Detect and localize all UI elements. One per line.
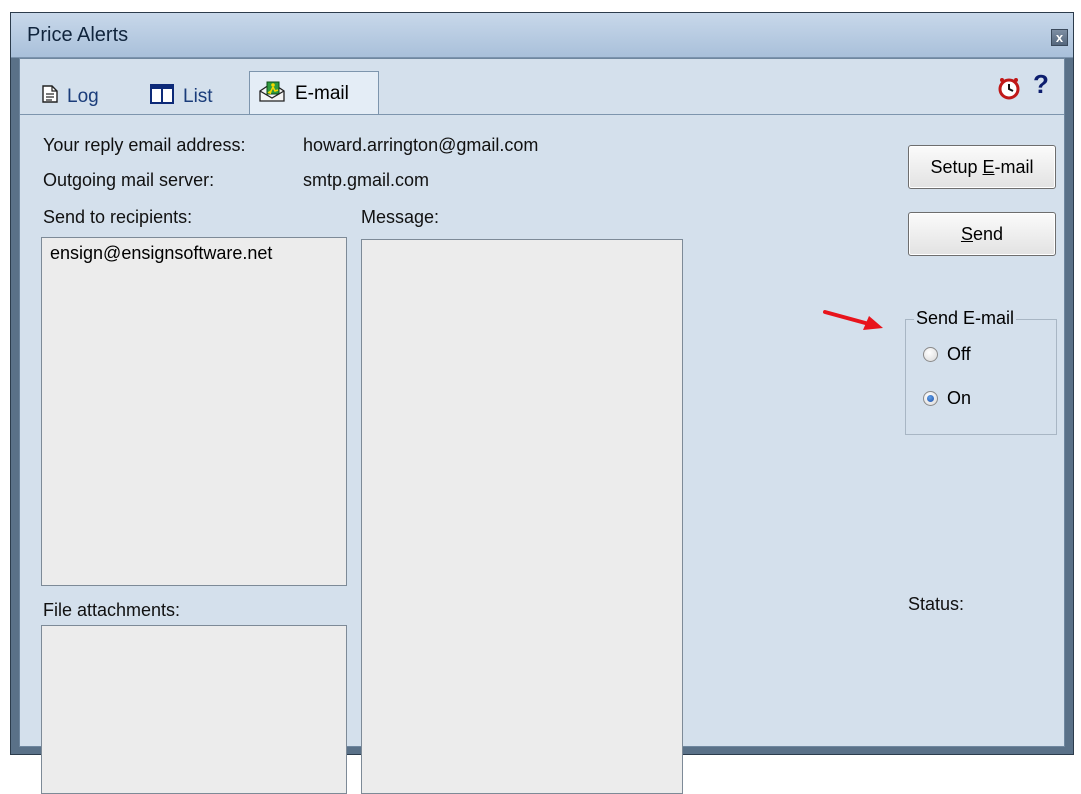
recipients-list[interactable]: ensign@ensignsoftware.net xyxy=(41,237,347,586)
send-email-legend: Send E-mail xyxy=(914,308,1017,329)
title-bar[interactable]: Price Alerts x xyxy=(11,13,1073,58)
send-email-group xyxy=(905,319,1057,435)
reply-address-value: howard.arrington@gmail.com xyxy=(303,135,539,155)
status-label: Status: xyxy=(908,594,965,614)
document-icon xyxy=(42,85,58,109)
message-textarea[interactable] xyxy=(361,239,683,794)
setup-email-label-suffix: -mail xyxy=(994,157,1034,177)
attachments-label: File attachments: xyxy=(43,600,181,620)
email-tab-icon xyxy=(258,79,286,109)
clock-icon[interactable] xyxy=(997,76,1021,105)
reply-address-label: Your reply email address: xyxy=(43,135,246,155)
radio-off-circle[interactable] xyxy=(923,347,938,362)
tab-email[interactable]: E-mail xyxy=(249,71,379,115)
radio-off[interactable]: Off xyxy=(923,344,971,365)
tab-strip: Log List E-mail ? xyxy=(20,59,1064,115)
send-button[interactable]: Send xyxy=(908,212,1056,256)
mail-server-label: Outgoing mail server: xyxy=(43,170,215,190)
columns-icon xyxy=(150,84,174,110)
radio-on[interactable]: On xyxy=(923,388,971,409)
message-label: Message: xyxy=(361,207,440,227)
window-content: Log List E-mail ? Your reply email addre… xyxy=(19,58,1065,794)
radio-off-label: Off xyxy=(947,344,971,364)
radio-on-label: On xyxy=(947,388,972,408)
setup-email-label-prefix: Setup xyxy=(930,157,983,177)
send-mnemonic: S xyxy=(960,224,973,244)
recipients-label: Send to recipients: xyxy=(43,207,193,227)
close-button[interactable]: x xyxy=(1051,29,1068,46)
tab-list[interactable]: List xyxy=(150,81,213,113)
tab-email-label: E-mail xyxy=(295,82,349,104)
red-arrow-icon xyxy=(823,310,883,330)
tab-log[interactable]: Log xyxy=(42,81,99,113)
setup-email-button[interactable]: Setup E-mail xyxy=(908,145,1056,189)
email-panel: Your reply email address: howard.arringt… xyxy=(20,115,1064,794)
tab-log-label: Log xyxy=(67,86,99,107)
tab-list-label: List xyxy=(183,86,213,107)
radio-on-circle[interactable] xyxy=(923,391,938,406)
list-item[interactable]: ensign@ensignsoftware.net xyxy=(42,238,346,269)
setup-email-mnemonic: E xyxy=(982,157,995,177)
price-alerts-window: Price Alerts x Log List E-mail ? Your re… xyxy=(10,12,1074,794)
window-title: Price Alerts xyxy=(27,24,129,46)
help-icon[interactable]: ? xyxy=(1033,69,1049,100)
attachments-list[interactable] xyxy=(41,625,347,794)
send-label-suffix: end xyxy=(972,224,1004,244)
mail-server-value: smtp.gmail.com xyxy=(303,170,430,190)
